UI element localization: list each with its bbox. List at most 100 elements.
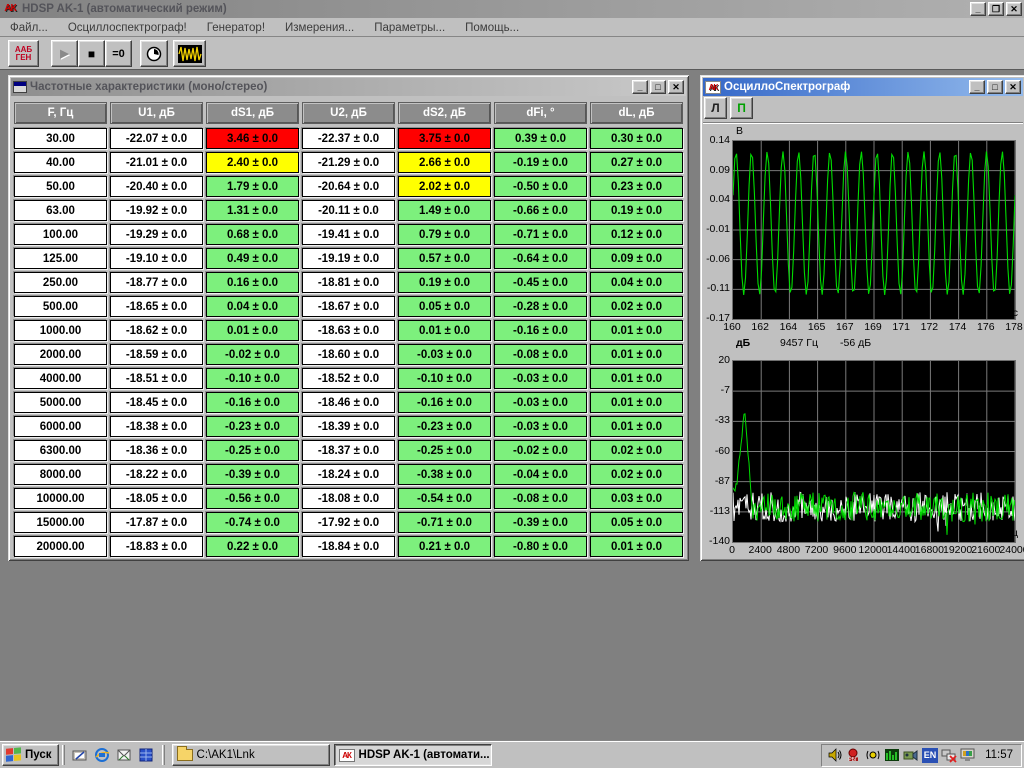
x-tick-label: 162 [751,321,769,333]
menu-item-2[interactable]: Генератор! [197,20,275,36]
x-tick-label: 9600 [833,544,856,556]
minimize-button[interactable]: _ [969,80,985,94]
timer-button[interactable] [140,40,168,67]
table-row: 4000.00-18.51 ± 0.0-0.10 ± 0.0-18.52 ± 0… [14,368,683,389]
cell-ds1: 2.40 ± 0.0 [206,152,299,173]
cell-ds1: -0.02 ± 0.0 [206,344,299,365]
cell-ds2: 0.01 ± 0.0 [398,320,491,341]
cell-ds1: -0.74 ± 0.0 [206,512,299,533]
cell-dl: 0.05 ± 0.0 [590,512,683,533]
column-header: dS1, дБ [206,102,299,124]
y-tick-label: -60 [702,445,730,457]
network-offline-icon[interactable] [941,747,957,763]
volume-icon[interactable] [827,747,843,763]
y-tick-label: -140 [702,535,730,547]
left-channel-button[interactable]: Л [704,97,727,119]
y-tick-label: -0.11 [702,282,730,294]
x-tick-label: 12000 [858,544,887,556]
close-button[interactable]: ✕ [1006,2,1022,16]
cell-dl: 0.02 ± 0.0 [590,440,683,461]
y-tick-label: 0.09 [702,164,730,176]
taskbar-task-folder[interactable]: C:\AK1\Lnk [172,744,330,766]
taskbar-grip[interactable] [62,745,65,765]
close-button[interactable]: ✕ [668,80,684,94]
minimize-button[interactable]: _ [632,80,648,94]
cell-f: 6000.00 [14,416,107,437]
video-capture-icon[interactable] [903,747,919,763]
y-tick-label: 0.14 [702,134,730,146]
outlook-icon[interactable] [116,747,133,764]
right-channel-button[interactable]: П [730,97,753,119]
cell-dl: 0.03 ± 0.0 [590,488,683,509]
cell-ds2: -0.54 ± 0.0 [398,488,491,509]
cell-u2: -18.60 ± 0.0 [302,344,395,365]
cell-dl: 0.19 ± 0.0 [590,200,683,221]
cell-u2: -18.81 ± 0.0 [302,272,395,293]
x-tick-label: 24000 [999,544,1024,556]
maximize-button[interactable]: □ [650,80,666,94]
cell-u1: -22.07 ± 0.0 [110,128,203,149]
cell-dfi: -0.80 ± 0.0 [494,536,587,557]
cell-f: 250.00 [14,272,107,293]
start-button[interactable]: Пуск [2,744,59,766]
cell-dfi: -0.08 ± 0.0 [494,488,587,509]
cell-ds1: 1.31 ± 0.0 [206,200,299,221]
mixer-icon[interactable]: РБГ [846,747,862,763]
cell-u2: -18.63 ± 0.0 [302,320,395,341]
cell-ds1: 0.68 ± 0.0 [206,224,299,245]
keyboard-layout-badge[interactable]: EN [922,748,938,763]
table-row: 100.00-19.29 ± 0.00.68 ± 0.0-19.41 ± 0.0… [14,224,683,245]
spectrum-plot[interactable] [732,360,1016,543]
gen-button[interactable]: ААБ ГЕН [8,40,39,67]
ie-icon[interactable] [94,747,111,764]
quick-launch [68,747,159,764]
cell-u1: -18.36 ± 0.0 [110,440,203,461]
menu-item-5[interactable]: Помощь... [455,20,529,36]
x-tick-label: 169 [864,321,882,333]
cell-u1: -18.83 ± 0.0 [110,536,203,557]
cell-f: 15000.00 [14,512,107,533]
play-button[interactable]: ▶ [51,40,78,67]
windows-logo-icon [6,747,22,762]
menu-item-3[interactable]: Измерения... [275,20,364,36]
cell-u1: -18.59 ± 0.0 [110,344,203,365]
close-button[interactable]: ✕ [1005,80,1021,94]
x-tick-label: 167 [836,321,854,333]
y-tick-label: -0.06 [702,253,730,265]
x-tick-label: 0 [729,544,735,556]
channels-icon[interactable] [138,747,155,764]
taskbar-grip[interactable] [162,745,165,765]
taskbar-task-hdsp[interactable]: АК HDSP AK-1 (автомати... [334,744,492,766]
cell-ds1: 3.46 ± 0.0 [206,128,299,149]
stop-icon: ■ [88,47,95,61]
osc-y-axis-label: В [736,125,743,137]
cell-f: 50.00 [14,176,107,197]
spectrograph-window-title: ОсциллоСпектрограф [724,81,850,93]
show-desktop-icon[interactable] [72,747,89,764]
radio-icon[interactable] [865,747,881,763]
equalizer-icon[interactable] [884,747,900,763]
cell-ds2: -0.25 ± 0.0 [398,440,491,461]
cell-ds1: -0.10 ± 0.0 [206,368,299,389]
minimize-button[interactable]: _ [970,2,986,16]
maximize-button[interactable]: □ [987,80,1003,94]
cell-u1: -18.62 ± 0.0 [110,320,203,341]
cell-u2: -18.39 ± 0.0 [302,416,395,437]
column-header: U2, дБ [302,102,395,124]
cell-dl: 0.09 ± 0.0 [590,248,683,269]
reset-zero-button[interactable]: =0 [105,40,132,67]
menu-item-1[interactable]: Осциллоспектрограф! [58,20,197,36]
display-settings-icon[interactable] [960,747,976,763]
cell-f: 10000.00 [14,488,107,509]
x-tick-label: 174 [949,321,967,333]
stop-button[interactable]: ■ [78,40,105,67]
frequency-table: F, ГцU1, дБdS1, дБU2, дБdS2, дБdFi, °dL,… [14,102,683,560]
oscillogram-plot[interactable] [732,140,1016,320]
menu-item-0[interactable]: Файл... [0,20,58,36]
table-row: 1000.00-18.62 ± 0.00.01 ± 0.0-18.63 ± 0.… [14,320,683,341]
cell-f: 2000.00 [14,344,107,365]
frequency-window-titlebar: Частотные характеристики (моно/стерео) _… [11,78,686,96]
restore-button[interactable]: ❐ [988,2,1004,16]
spectrograph-button[interactable] [173,40,206,67]
menu-item-4[interactable]: Параметры... [364,20,455,36]
